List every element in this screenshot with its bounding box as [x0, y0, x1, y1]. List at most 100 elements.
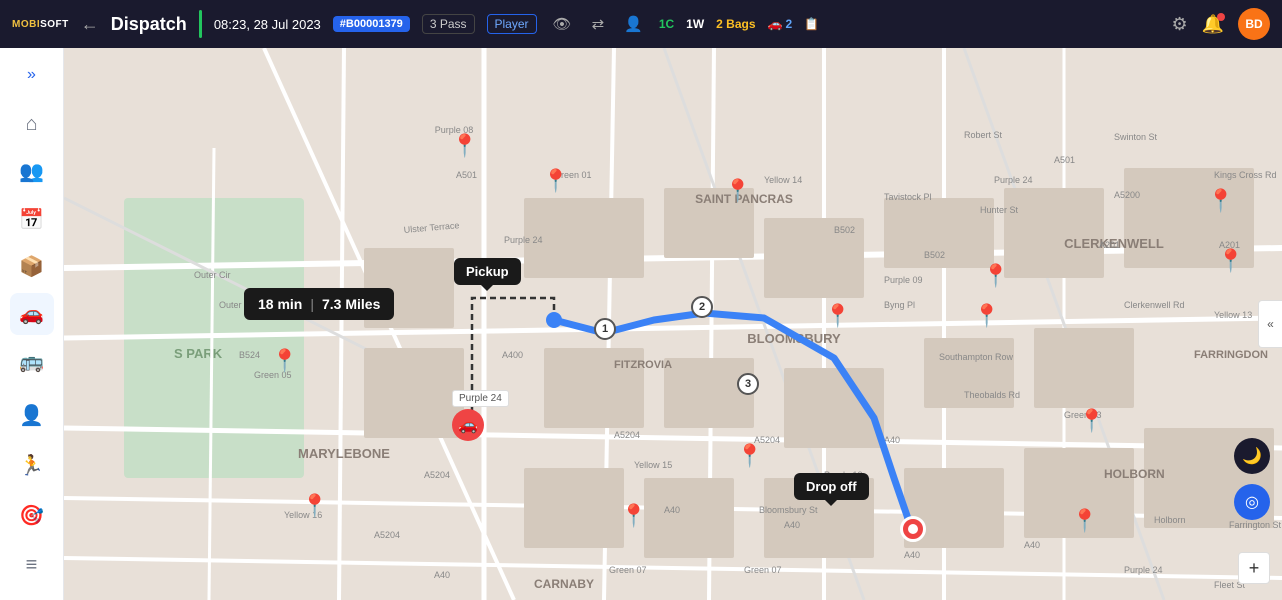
- svg-text:FARRINGDON: FARRINGDON: [1194, 349, 1268, 361]
- map-pin-green05: 📍: [271, 348, 298, 374]
- svg-text:A40: A40: [434, 570, 450, 580]
- svg-text:CARNABY: CARNABY: [534, 577, 594, 591]
- sidebar-item-wheel[interactable]: 🎯: [10, 494, 54, 538]
- map-pin-yellow13: 📍: [1207, 188, 1234, 214]
- main-content: » ⌂ 👥 📅 📦 🚗 🚌 👤 🏃 🎯 ≡ S PARK: [0, 48, 1282, 600]
- sidebar-bottom: 👤 🏃 🎯 ≡: [10, 394, 54, 588]
- svg-text:Purple 24: Purple 24: [994, 175, 1033, 185]
- map-pin-green03: 📍: [1078, 408, 1105, 434]
- svg-text:A5204: A5204: [374, 530, 400, 540]
- svg-text:Clerkenwell Rd: Clerkenwell Rd: [1124, 300, 1185, 310]
- map-pin-orange: 📍: [973, 303, 1000, 329]
- svg-text:Yellow 15: Yellow 15: [634, 460, 672, 470]
- stat-bags: 2 Bags: [716, 17, 755, 31]
- svg-text:Purple 24: Purple 24: [1124, 565, 1163, 575]
- route-info-box: 18 min | 7.3 Miles: [244, 288, 394, 320]
- svg-text:Yellow 14: Yellow 14: [764, 175, 802, 185]
- stat-1w: 1W: [686, 17, 704, 31]
- pickup-label: Pickup: [454, 258, 521, 285]
- svg-text:A40: A40: [904, 550, 920, 560]
- transfer-icon[interactable]: ⇄: [588, 13, 609, 35]
- dark-mode-button[interactable]: 🌙: [1234, 438, 1270, 474]
- bell-icon[interactable]: 🔔: [1202, 14, 1224, 35]
- map-container[interactable]: S PARK: [64, 48, 1282, 600]
- svg-text:Green 07: Green 07: [744, 565, 782, 575]
- header-actions: ⚙ 🔔 BD: [1171, 8, 1270, 40]
- sidebar-item-person[interactable]: 👤: [10, 394, 54, 438]
- pass-count-tag: 3 Pass: [422, 14, 475, 34]
- eye-icon[interactable]: 👁: [549, 13, 576, 35]
- sidebar-item-fleet[interactable]: 🚌: [10, 341, 54, 382]
- person-icon[interactable]: 👤: [620, 13, 647, 35]
- svg-text:Purple 09: Purple 09: [884, 275, 923, 285]
- route-time: 18 min: [258, 296, 302, 312]
- header-time: 08:23, 28 Jul 2023: [214, 17, 321, 32]
- map-pin-green01: 📍: [542, 168, 569, 194]
- map-pin-yellow15: 📍: [620, 503, 647, 529]
- map-pin-purple12: 📍: [736, 443, 763, 469]
- svg-text:Kings Cross Rd: Kings Cross Rd: [1214, 170, 1277, 180]
- header: MOBISOFT ← Dispatch 08:23, 28 Jul 2023 #…: [0, 0, 1282, 48]
- map-pin-yellow14: 📍: [724, 178, 751, 204]
- svg-text:A400: A400: [502, 350, 523, 360]
- car-label: Purple 24: [452, 390, 509, 407]
- car-marker: Purple 24 🚗: [452, 390, 509, 441]
- notification-dot: [1217, 13, 1225, 21]
- sidebar-item-team[interactable]: 👥: [10, 151, 54, 192]
- map-pin-green07: 📍: [1071, 508, 1098, 534]
- dropoff-marker: [900, 516, 926, 542]
- svg-text:A5204: A5204: [424, 470, 450, 480]
- sidebar-expand-button[interactable]: »: [21, 60, 42, 90]
- sidebar-item-settings[interactable]: ≡: [10, 544, 54, 588]
- player-tag[interactable]: Player: [487, 14, 537, 34]
- logo: MOBISOFT: [12, 19, 69, 30]
- svg-text:A40: A40: [664, 505, 680, 515]
- route-distance: 7.3 Miles: [322, 296, 380, 312]
- svg-text:B502: B502: [924, 250, 945, 260]
- svg-text:Purple 24: Purple 24: [504, 235, 543, 245]
- svg-text:Tavistock Pl: Tavistock Pl: [884, 192, 932, 202]
- svg-text:HOLBORN: HOLBORN: [1104, 467, 1165, 481]
- avatar[interactable]: BD: [1238, 8, 1270, 40]
- svg-text:A40: A40: [784, 520, 800, 530]
- map-pin-yellow16: 📍: [301, 493, 328, 519]
- svg-text:A5200: A5200: [1114, 190, 1140, 200]
- sidebar-item-home[interactable]: ⌂: [10, 104, 54, 145]
- stat-1c: 1C: [659, 17, 674, 31]
- map-background: S PARK: [64, 48, 1282, 600]
- svg-text:A40: A40: [1024, 540, 1040, 550]
- dropoff-label: Drop off: [794, 473, 869, 500]
- car-icon: 🚗: [452, 409, 484, 441]
- svg-text:A501: A501: [456, 170, 477, 180]
- stat-car: 🚗 2: [768, 17, 793, 31]
- sidebar-item-dispatch[interactable]: 📦: [10, 246, 54, 287]
- back-button[interactable]: ←: [81, 14, 99, 35]
- route-divider: |: [310, 296, 314, 312]
- svg-text:Robert St: Robert St: [964, 130, 1003, 140]
- map-pin-purple09: 📍: [982, 263, 1009, 289]
- svg-text:A201: A201: [1099, 240, 1120, 250]
- svg-text:Swinton St: Swinton St: [1114, 132, 1158, 142]
- svg-text:A40: A40: [884, 435, 900, 445]
- svg-text:Outer Cir: Outer Cir: [194, 270, 231, 280]
- sidebar-item-calendar[interactable]: 📅: [10, 199, 54, 240]
- svg-text:Farrington St: Farrington St: [1229, 520, 1282, 530]
- settings-icon[interactable]: ⚙: [1171, 14, 1187, 35]
- sidebar-item-activity[interactable]: 🏃: [10, 444, 54, 488]
- svg-text:FITZROVIA: FITZROVIA: [614, 359, 672, 371]
- sidebar-item-vehicle[interactable]: 🚗: [10, 293, 54, 334]
- right-panel-collapse[interactable]: «: [1258, 300, 1282, 348]
- svg-text:Holborn: Holborn: [1154, 515, 1186, 525]
- svg-text:MARYLEBONE: MARYLEBONE: [298, 446, 390, 461]
- booking-id-badge[interactable]: #B00001379: [333, 16, 410, 32]
- svg-text:A5204: A5204: [614, 430, 640, 440]
- svg-text:Southampton Row: Southampton Row: [939, 352, 1014, 362]
- zoom-in-button[interactable]: +: [1238, 552, 1270, 584]
- svg-text:Byng Pl: Byng Pl: [884, 300, 915, 310]
- map-pin-b502: 📍: [824, 303, 851, 329]
- location-button[interactable]: ◎: [1234, 484, 1270, 520]
- map-controls: 🌙 ◎: [1234, 438, 1270, 520]
- svg-text:S PARK: S PARK: [174, 346, 223, 361]
- header-divider: [199, 10, 202, 38]
- route-step-1: 1: [594, 318, 616, 340]
